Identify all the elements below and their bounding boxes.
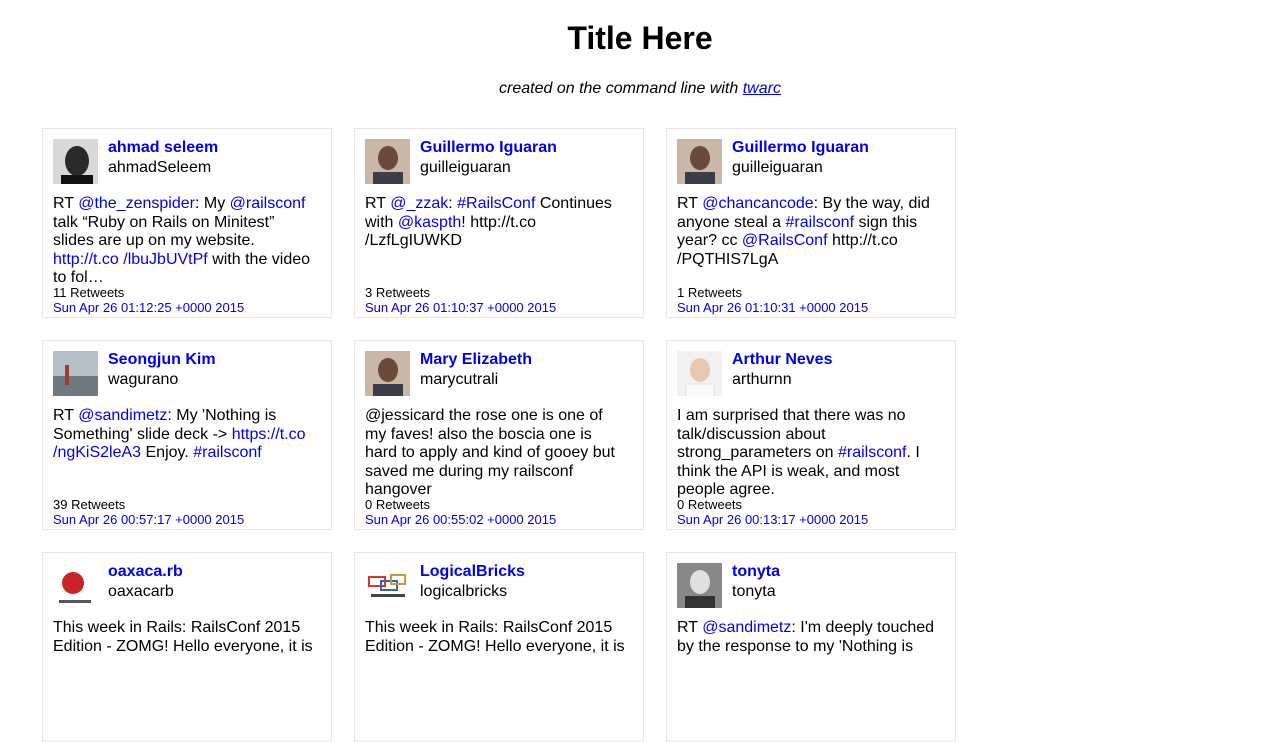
user-handle: marycutrali xyxy=(420,371,499,388)
tweet-text-segment: talk “Ruby on Rails on Minitest” slides … xyxy=(53,213,275,250)
retweet-count: 39 Retweets xyxy=(53,497,126,512)
user-name-link[interactable]: Guillermo Iguaran xyxy=(732,139,869,157)
user-handle: arthurnn xyxy=(732,371,792,388)
retweet-count: 11 Retweets xyxy=(53,285,125,300)
twarc-link[interactable]: twarc xyxy=(743,80,781,97)
tweet-card: LogicalBricks logicalbricks This week in R… xyxy=(354,552,644,742)
tweet-card: tonyta tonyta RT @sandimetz: I'm deeply to… xyxy=(666,552,956,742)
user-name-link[interactable]: ahmad seleem xyxy=(108,139,218,157)
tweet-date-link[interactable]: Sun Apr 26 00:13:17 +0000 2015 xyxy=(677,512,868,527)
tweet-text: This week in Rails: RailsConf 2015 Editi… xyxy=(53,619,315,656)
tweet-link[interactable]: @sandimetz xyxy=(78,407,167,424)
tweet-link[interactable]: #railsconf xyxy=(838,444,906,461)
avatar[interactable] xyxy=(53,563,98,608)
tweet-link[interactable]: @RailsConf xyxy=(742,232,828,249)
avatar[interactable] xyxy=(53,139,98,184)
tweet-card: ahmad seleem ahmadSeleem RT @the_zenspider… xyxy=(42,128,332,318)
tweet-link[interactable]: #railsconf xyxy=(193,444,261,461)
tweet-text: RT @_zzak: #RailsConf Continues with @ka… xyxy=(365,195,627,251)
user-handle: guilleiguaran xyxy=(420,159,511,176)
avatar[interactable] xyxy=(677,139,722,184)
user-handle: guilleiguaran xyxy=(732,159,823,176)
tweet-date-link[interactable]: Sun Apr 26 00:55:02 +0000 2015 xyxy=(365,512,556,527)
tweet-card: Guillermo Iguaran guilleiguaran RT @chanca… xyxy=(666,128,956,318)
user-name-link[interactable]: oaxaca.rb xyxy=(108,563,183,581)
tweet-date-link[interactable]: Sun Apr 26 01:12:25 +0000 2015 xyxy=(53,300,244,315)
tweet-link[interactable]: @kaspth xyxy=(398,214,461,231)
tweet-text: I am surprised that there was no talk/di… xyxy=(677,407,939,500)
tweet-card: Guillermo Iguaran guilleiguaran RT @_zzak:… xyxy=(354,128,644,318)
user-handle: logicalbricks xyxy=(420,583,508,600)
tweet-text-segment: RT xyxy=(53,407,79,424)
avatar[interactable] xyxy=(677,351,722,396)
tweet-link[interactable]: #RailsConf xyxy=(457,195,535,212)
avatar[interactable] xyxy=(677,563,722,608)
page-title: Title Here xyxy=(567,20,713,56)
tweet-text: RT @chancancode: By the way, did anyone … xyxy=(677,195,939,269)
tweet-text-segment: RT xyxy=(365,195,391,212)
user-name-link[interactable]: Seongjun Kim xyxy=(108,351,216,369)
tweet-text-segment: This week in Rails: RailsConf 2015 Editi… xyxy=(365,619,625,655)
tweet-link[interactable]: #railsconf xyxy=(786,214,854,231)
tweet-text-segment: This week in Rails: RailsConf 2015 Editi… xyxy=(53,619,313,655)
tweet-link[interactable]: @chancancode xyxy=(702,195,813,212)
retweet-count: 0 Retweets xyxy=(677,497,743,512)
tweet-date-link[interactable]: Sun Apr 26 00:57:17 +0000 2015 xyxy=(53,512,244,527)
user-handle: wagurano xyxy=(108,371,179,388)
tweet-link[interactable]: @sandimetz xyxy=(702,619,791,636)
tweet-text-segment: : xyxy=(448,195,458,212)
subtitle-text: created on the command line with xyxy=(499,80,743,97)
retweet-count: 0 Retweets xyxy=(365,497,431,512)
tweet-card: Mary Elizabeth marycutrali @jessicard the … xyxy=(354,340,644,530)
tweet-card: Arthur Neves arthurnn I am surprised that … xyxy=(666,340,956,530)
tweet-text-segment: Enjoy. xyxy=(141,444,194,461)
tweet-date-link[interactable]: Sun Apr 26 01:10:31 +0000 2015 xyxy=(677,300,868,315)
tweet-card: Seongjun Kim wagurano RT @sandimetz: My 'N… xyxy=(42,340,332,530)
tweet-card: oaxaca.rb oaxacarb This week in Rails: Rai… xyxy=(42,552,332,742)
tweet-text: This week in Rails: RailsConf 2015 Editi… xyxy=(365,619,627,656)
user-name-link[interactable]: Arthur Neves xyxy=(732,351,832,369)
retweet-count: 1 Retweets xyxy=(677,285,743,300)
tweet-text-segment: RT xyxy=(53,195,79,212)
user-name-link[interactable]: Mary Elizabeth xyxy=(420,351,532,369)
tweet-link[interactable]: @_zzak xyxy=(390,195,448,212)
avatar[interactable] xyxy=(365,563,410,608)
tweet-text-segment: RT xyxy=(677,619,703,636)
user-handle: oaxacarb xyxy=(108,583,174,600)
user-name-link[interactable]: LogicalBricks xyxy=(420,563,525,581)
user-name-link[interactable]: tonyta xyxy=(732,563,780,581)
tweet-date-link[interactable]: Sun Apr 26 01:10:37 +0000 2015 xyxy=(365,300,556,315)
tweet-text: @jessicard the rose one is one of my fav… xyxy=(365,407,627,500)
user-handle: tonyta xyxy=(732,583,776,600)
tweet-text-segment: RT xyxy=(677,195,703,212)
tweet-text: RT @sandimetz: My 'Nothing is Something'… xyxy=(53,407,315,463)
avatar[interactable] xyxy=(53,351,98,396)
tweet-link[interactable]: @railsconf xyxy=(230,195,306,212)
page-subtitle: created on the command line with twarc xyxy=(0,80,1280,98)
avatar[interactable] xyxy=(365,351,410,396)
tweet-text: RT @sandimetz: I'm deeply touched by the… xyxy=(677,619,939,656)
user-handle: ahmadSeleem xyxy=(108,159,212,176)
user-name-link[interactable]: Guillermo Iguaran xyxy=(420,139,557,157)
tweet-text: RT @the_zenspider: My @railsconf talk “R… xyxy=(53,195,315,288)
retweet-count: 3 Retweets xyxy=(365,285,431,300)
avatar[interactable] xyxy=(365,139,410,184)
tweet-text-segment: @jessicard the rose one is one of my fav… xyxy=(365,407,615,498)
tweet-link[interactable]: http://t.co /lbuJbUVtPf xyxy=(53,251,208,268)
tweet-text-segment: : My xyxy=(194,195,230,212)
tweet-link[interactable]: @the_zenspider xyxy=(78,195,195,212)
